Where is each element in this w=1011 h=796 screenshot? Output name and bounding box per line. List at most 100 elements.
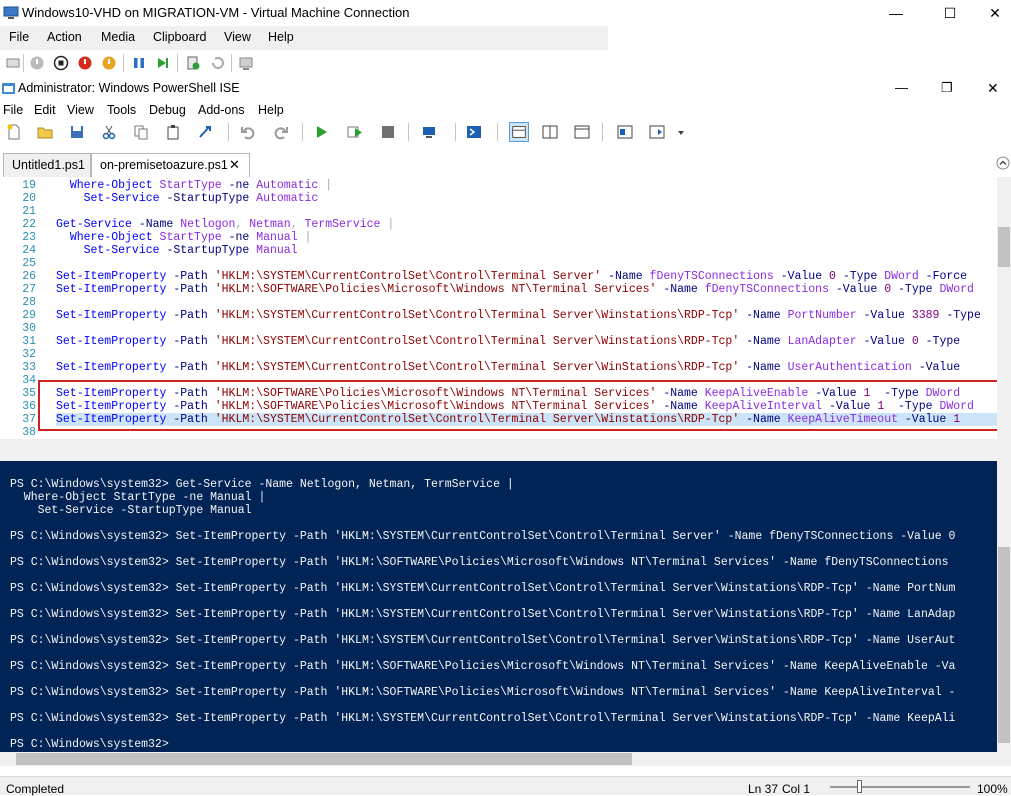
editor-vertical-scrollbar[interactable] bbox=[997, 177, 1011, 439]
toolbar-overflow-icon[interactable] bbox=[677, 129, 685, 137]
vm-menu-action[interactable]: Action bbox=[47, 30, 82, 44]
revert-icon[interactable] bbox=[209, 55, 225, 71]
collapse-script-pane-icon[interactable] bbox=[996, 156, 1010, 170]
pause-icon[interactable] bbox=[131, 55, 147, 71]
remote-powershell-icon[interactable] bbox=[422, 124, 438, 140]
zoom-slider[interactable] bbox=[830, 780, 970, 793]
ise-menu-debug[interactable]: Debug bbox=[149, 103, 186, 117]
code-text: Where-Object StartType -ne Automatic | bbox=[69, 179, 333, 192]
powershell-ise-icon bbox=[2, 83, 15, 94]
run-selection-icon[interactable] bbox=[347, 124, 363, 140]
ise-menu-addons[interactable]: Add-ons bbox=[198, 103, 245, 117]
paste-icon[interactable] bbox=[165, 124, 181, 140]
line-number: 38 bbox=[22, 426, 36, 439]
code-line: 21 bbox=[0, 205, 1000, 218]
line-number: 33 bbox=[22, 361, 36, 374]
vm-menu-file[interactable]: File bbox=[9, 30, 29, 44]
ise-toolbar bbox=[0, 119, 1011, 145]
editor-scroll-thumb[interactable] bbox=[998, 227, 1010, 267]
code-line: 22 Get-Service -Name Netlogon, Netman, Te… bbox=[0, 218, 1000, 231]
stop-icon[interactable] bbox=[380, 124, 396, 140]
turn-off-icon[interactable] bbox=[53, 55, 69, 71]
ise-close-button[interactable]: ✕ bbox=[987, 80, 999, 97]
zoom-slider-thumb[interactable] bbox=[857, 780, 862, 793]
console-pane[interactable]: PS C:\Windows\system32> Get-Service -Nam… bbox=[0, 461, 997, 752]
ise-menu-help[interactable]: Help bbox=[258, 103, 284, 117]
show-script-pane-right-icon[interactable] bbox=[542, 124, 558, 140]
enhanced-session-icon[interactable] bbox=[238, 55, 254, 71]
console-hscroll-thumb[interactable] bbox=[16, 753, 632, 765]
line-number: 23 bbox=[22, 231, 36, 244]
console-line: PS C:\Windows\system32> Set-ItemProperty… bbox=[10, 582, 956, 595]
vm-monitor-icon bbox=[3, 6, 19, 19]
ise-minimize-button[interactable]: — bbox=[895, 80, 908, 95]
status-bar: Completed Ln 37 Col 1 100% bbox=[0, 776, 1011, 796]
line-number: 19 bbox=[22, 179, 36, 192]
vm-title-bar: Windows10-VHD on MIGRATION-VM - Virtual … bbox=[0, 0, 1011, 26]
console-vertical-scrollbar[interactable] bbox=[997, 461, 1011, 752]
show-script-pane-top-icon[interactable] bbox=[509, 122, 529, 142]
vm-minimize-button[interactable]: — bbox=[873, 0, 919, 26]
shut-down-icon[interactable] bbox=[77, 55, 93, 71]
start-icon[interactable] bbox=[29, 55, 45, 71]
undo-icon[interactable] bbox=[240, 124, 256, 140]
tab-untitled1[interactable]: Untitled1.ps1 bbox=[3, 153, 91, 177]
reset-icon[interactable] bbox=[155, 55, 171, 71]
toolbar-separator bbox=[23, 54, 24, 72]
line-number: 21 bbox=[22, 205, 36, 218]
toolbar-separator bbox=[408, 123, 409, 141]
console-scroll-thumb[interactable] bbox=[998, 547, 1010, 743]
ise-menu-edit[interactable]: Edit bbox=[34, 103, 56, 117]
code-line: 31 Set-ItemProperty -Path 'HKLM:\SYSTEM\C… bbox=[0, 335, 1000, 348]
cut-icon[interactable] bbox=[101, 124, 117, 140]
tab-on-premisetoazure[interactable]: on-premisetoazure.ps1 ✕ bbox=[91, 153, 250, 177]
ise-menu-tools[interactable]: Tools bbox=[107, 103, 136, 117]
line-number: 32 bbox=[22, 348, 36, 361]
new-file-icon[interactable] bbox=[6, 124, 22, 140]
save-state-icon[interactable] bbox=[101, 55, 117, 71]
console-line: Set-Service -StartupType Manual bbox=[10, 504, 252, 517]
show-script-pane-max-icon[interactable] bbox=[574, 124, 590, 140]
status-text: Completed bbox=[6, 782, 65, 796]
tab-close-icon[interactable]: ✕ bbox=[229, 154, 240, 176]
toolbar-separator bbox=[123, 54, 124, 72]
ctrl-alt-del-icon[interactable] bbox=[5, 55, 21, 71]
console-horizontal-scrollbar[interactable] bbox=[0, 752, 1011, 766]
show-command-window-icon[interactable] bbox=[617, 124, 633, 140]
line-number: 24 bbox=[22, 244, 36, 257]
code-text: Set-Service -StartupType Automatic bbox=[83, 192, 319, 205]
script-editor[interactable]: 19 Where-Object StartType -ne Automatic … bbox=[0, 177, 1011, 439]
ise-menu-file[interactable]: File bbox=[3, 103, 23, 117]
vm-menu-media[interactable]: Media bbox=[101, 30, 135, 44]
code-line: 25 bbox=[0, 257, 1000, 270]
code-text: Where-Object StartType -ne Manual | bbox=[69, 231, 312, 244]
pane-splitter[interactable] bbox=[0, 439, 1011, 461]
line-number: 25 bbox=[22, 257, 36, 270]
highlight-box bbox=[38, 380, 1005, 431]
toolbar-separator bbox=[231, 54, 232, 72]
vm-maximize-button[interactable]: ☐ bbox=[927, 0, 973, 26]
open-folder-icon[interactable] bbox=[37, 124, 53, 140]
redo-icon[interactable] bbox=[273, 124, 289, 140]
ise-menu-view[interactable]: View bbox=[67, 103, 94, 117]
show-command-addon-icon[interactable] bbox=[649, 124, 665, 140]
code-line: 32 bbox=[0, 348, 1000, 361]
console-line: PS C:\Windows\system32> Set-ItemProperty… bbox=[10, 556, 949, 569]
code-text: Set-ItemProperty -Path 'HKLM:\SYSTEM\Cur… bbox=[56, 335, 961, 348]
run-script-icon[interactable] bbox=[314, 124, 330, 140]
console-line: PS C:\Windows\system32> Set-ItemProperty… bbox=[10, 530, 956, 543]
checkpoint-icon[interactable] bbox=[185, 55, 201, 71]
start-powershell-icon[interactable] bbox=[466, 124, 482, 140]
clear-console-icon[interactable] bbox=[197, 124, 213, 140]
vm-close-button[interactable]: ✕ bbox=[972, 0, 1011, 26]
toolbar-separator bbox=[602, 123, 603, 141]
vm-menu-help[interactable]: Help bbox=[268, 30, 294, 44]
toolbar-separator bbox=[497, 123, 498, 141]
vm-menu-view[interactable]: View bbox=[224, 30, 251, 44]
copy-icon[interactable] bbox=[133, 124, 149, 140]
save-icon[interactable] bbox=[69, 124, 85, 140]
console-line: PS C:\Windows\system32> Set-ItemProperty… bbox=[10, 634, 956, 647]
tab-label: Untitled1.ps1 bbox=[12, 158, 85, 172]
ise-restore-button[interactable]: ❐ bbox=[941, 80, 953, 96]
vm-menu-clipboard[interactable]: Clipboard bbox=[153, 30, 207, 44]
